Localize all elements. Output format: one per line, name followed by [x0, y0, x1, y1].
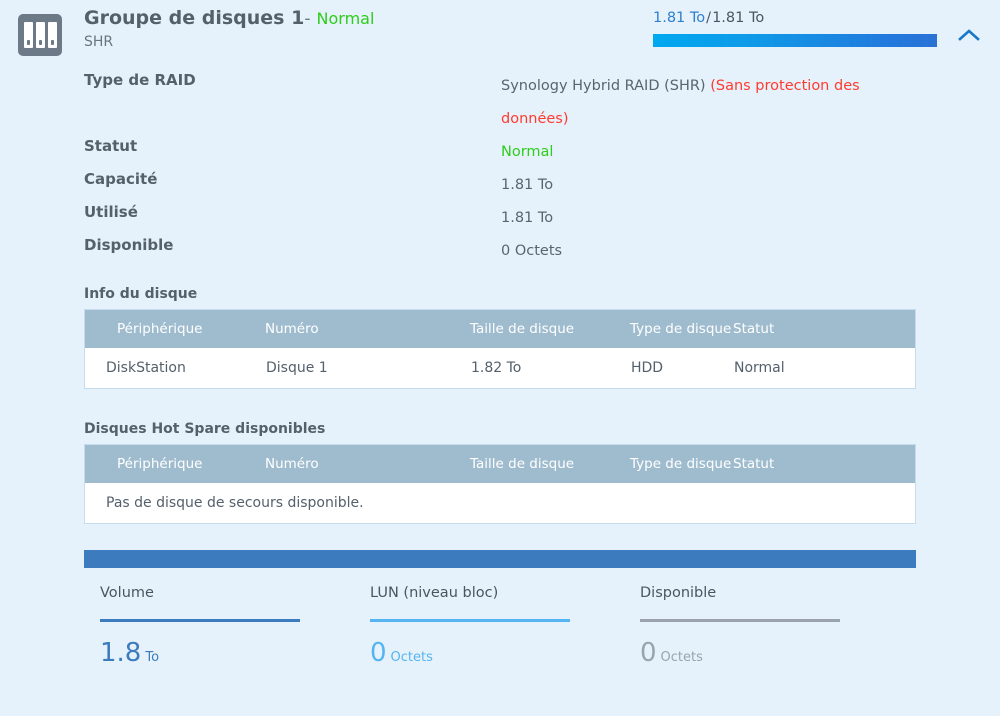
legend-unit: To: [145, 650, 160, 665]
legend-unit: Octets: [390, 650, 433, 665]
table-empty-row: Pas de disque de secours disponible.: [85, 483, 915, 523]
disk-group-icon: [18, 14, 62, 56]
column-header-device[interactable]: Périphérique: [85, 310, 265, 348]
detail-row-used: Utilisé 1.81 To: [84, 202, 1000, 235]
cell-disk-type: HDD: [630, 348, 733, 388]
collapse-panel-button[interactable]: [952, 22, 986, 48]
detail-label: Disponible: [84, 236, 174, 254]
raid-type-value: Synology Hybrid RAID (SHR): [501, 78, 711, 94]
column-header-status[interactable]: Statut: [733, 310, 915, 348]
legend-number: 1.8: [100, 638, 142, 668]
disk-bay-2: [35, 22, 45, 48]
capacity-total-value: 1.81 To: [712, 10, 765, 26]
cell-device: DiskStation: [85, 348, 265, 388]
page-title: Groupe de disques 1- Normal: [84, 6, 374, 31]
column-header-device[interactable]: Périphérique: [85, 445, 265, 483]
detail-row-available: Disponible 0 Octets: [84, 235, 1000, 268]
column-header-number[interactable]: Numéro: [265, 445, 470, 483]
raid-subtitle: SHR: [84, 34, 114, 50]
disk-bay-3: [47, 22, 57, 48]
legend-rule: [370, 619, 570, 622]
capacity-summary: 1.81 To/1.81 To: [653, 8, 937, 47]
detail-list: Type de RAID Synology Hybrid RAID (SHR) …: [0, 70, 1000, 268]
legend-value: 1.8 To: [84, 640, 319, 666]
column-header-status[interactable]: Statut: [733, 445, 915, 483]
detail-label: Type de RAID: [84, 71, 196, 89]
allocation-section: Volume 1.8 To LUN (niveau bloc) 0 Octets D…: [84, 550, 916, 666]
legend-rule: [100, 619, 300, 622]
cell-status: Normal: [733, 348, 915, 388]
legend-item-lun: LUN (niveau bloc) 0 Octets: [354, 583, 589, 666]
column-header-disk-type[interactable]: Type de disque: [630, 445, 733, 483]
legend-item-volume: Volume 1.8 To: [84, 583, 319, 666]
legend-label: Disponible: [640, 585, 717, 601]
legend-unit: Octets: [660, 650, 703, 665]
legend-label: Volume: [100, 585, 154, 601]
detail-value: 1.81 To: [501, 210, 554, 226]
detail-value: Normal: [501, 144, 554, 160]
column-header-number[interactable]: Numéro: [265, 310, 470, 348]
capacity-used-value: 1.81 To: [653, 10, 706, 26]
title-block: Groupe de disques 1- Normal SHR: [84, 6, 374, 51]
detail-row-capacity: Capacité 1.81 To: [84, 169, 1000, 202]
allocation-bar: [84, 550, 916, 568]
chevron-up-icon: [958, 29, 980, 41]
capacity-text: 1.81 To/1.81 To: [653, 8, 937, 28]
legend-number: 0: [640, 638, 657, 668]
hot-spare-empty-message: Pas de disque de secours disponible.: [85, 483, 915, 523]
legend-item-available: Disponible 0 Octets: [624, 583, 859, 666]
column-header-disk-size[interactable]: Taille de disque: [470, 445, 630, 483]
table-header-row: Périphérique Numéro Taille de disque Typ…: [85, 445, 915, 483]
status-badge: Normal: [316, 9, 375, 28]
capacity-progress-fill: [653, 34, 937, 47]
detail-value: 1.81 To: [501, 177, 554, 193]
table-header-row: Périphérique Numéro Taille de disque Typ…: [85, 310, 915, 348]
cell-disk-size: 1.82 To: [470, 348, 630, 388]
detail-row-status: Statut Normal: [84, 136, 1000, 169]
detail-row-raid-type: Type de RAID Synology Hybrid RAID (SHR) …: [84, 70, 1000, 136]
legend-number: 0: [370, 638, 387, 668]
disk-bay-1: [23, 22, 33, 48]
column-header-disk-type[interactable]: Type de disque: [630, 310, 733, 348]
title-dash: -: [304, 9, 311, 29]
column-header-disk-size[interactable]: Taille de disque: [470, 310, 630, 348]
hot-spare-heading: Disques Hot Spare disponibles: [84, 421, 326, 437]
legend-value: 0 Octets: [354, 640, 589, 666]
detail-value: 0 Octets: [501, 243, 563, 259]
allocation-legend: Volume 1.8 To LUN (niveau bloc) 0 Octets D…: [84, 583, 916, 666]
detail-label: Capacité: [84, 170, 158, 188]
panel-header: Groupe de disques 1- Normal SHR 1.81 To/…: [0, 0, 1000, 62]
allocation-segment-volume: [84, 550, 916, 568]
detail-value: Synology Hybrid RAID (SHR) (Sans protect…: [501, 70, 921, 136]
disk-group-name: Groupe de disques 1: [84, 7, 305, 29]
legend-rule: [640, 619, 840, 622]
detail-label: Statut: [84, 137, 138, 155]
capacity-progress-track: [653, 34, 937, 47]
legend-label: LUN (niveau bloc): [370, 585, 499, 601]
table-row[interactable]: DiskStation Disque 1 1.82 To HDD Normal: [85, 348, 915, 388]
cell-number: Disque 1: [265, 348, 470, 388]
disk-group-panel: Groupe de disques 1- Normal SHR 1.81 To/…: [0, 0, 1000, 716]
hot-spare-table: Périphérique Numéro Taille de disque Typ…: [84, 444, 916, 524]
disk-info-table: Périphérique Numéro Taille de disque Typ…: [84, 309, 916, 389]
disk-info-heading: Info du disque: [84, 286, 198, 302]
detail-label: Utilisé: [84, 203, 138, 221]
legend-value: 0 Octets: [624, 640, 859, 666]
